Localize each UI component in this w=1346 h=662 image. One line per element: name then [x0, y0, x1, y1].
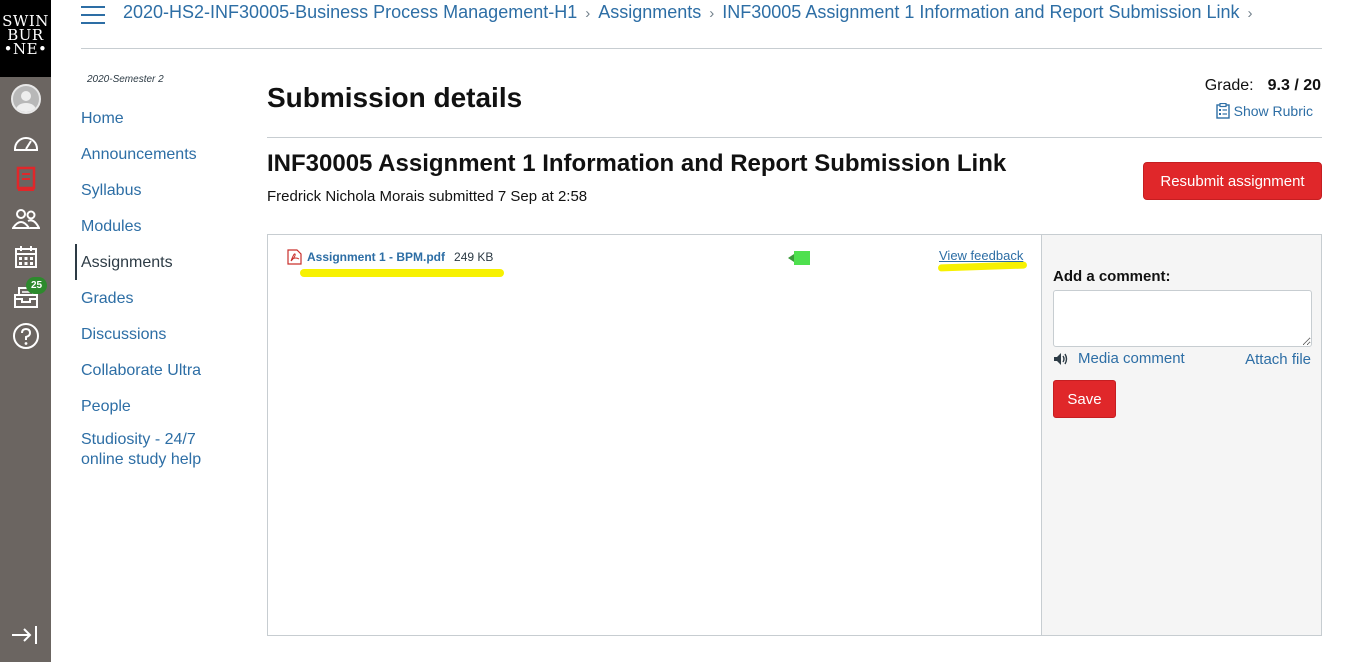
attach-file-button[interactable]: Attach file [1245, 351, 1311, 368]
breadcrumb-separator: › [1247, 5, 1253, 22]
breadcrumb-assignments[interactable]: Assignments [598, 2, 701, 22]
global-nav: SWIN BUR •NE• 25 [0, 0, 51, 662]
file-size: 249 KB [454, 250, 494, 264]
course-nav-assignments[interactable]: Assignments [75, 244, 235, 280]
media-comment-button[interactable]: Media comment [1053, 350, 1185, 367]
arrow-marker-icon [788, 251, 810, 265]
highlight-mark [300, 269, 504, 277]
resubmit-assignment-button[interactable]: Resubmit assignment [1143, 162, 1322, 200]
grade-display: Grade: 9.3 / 20 [1205, 77, 1321, 95]
media-comment-label: Media comment [1078, 350, 1185, 367]
speaker-icon [1054, 352, 1068, 365]
title-divider [267, 137, 1322, 138]
calendar-nav-item[interactable] [0, 239, 51, 275]
submission-panel: Assignment 1 - BPM.pdf 249 KB View feedb… [267, 234, 1322, 636]
help-icon [12, 323, 39, 349]
breadcrumb: 2020-HS2-INF30005-Business Process Manag… [123, 2, 1261, 23]
hamburger-icon [81, 6, 105, 8]
calendar-icon [14, 246, 37, 268]
comment-pane: Add a comment: Media comment Attach file… [1041, 235, 1321, 635]
groups-nav-item[interactable] [0, 201, 51, 237]
show-rubric-label: Show Rubric [1233, 103, 1313, 119]
file-download-link[interactable]: Assignment 1 - BPM.pdf [307, 250, 445, 264]
courses-nav-item[interactable] [0, 161, 51, 197]
dashboard-nav-item[interactable] [0, 124, 51, 160]
logo-line: •NE• [3, 40, 48, 58]
grade-value: 9.3 / 20 [1267, 77, 1321, 94]
course-nav: Home Announcements Syllabus Modules Assi… [75, 100, 235, 472]
grade-label: Grade: [1204, 77, 1254, 94]
course-nav-home[interactable]: Home [75, 100, 235, 136]
inbox-nav-item[interactable]: 25 [0, 277, 51, 315]
course-nav-collaborate-ultra[interactable]: Collaborate Ultra [75, 352, 235, 388]
course-nav-grades[interactable]: Grades [75, 280, 235, 316]
submission-meta: Fredrick Nichola Morais submitted 7 Sep … [267, 188, 588, 205]
course-nav-modules[interactable]: Modules [75, 208, 235, 244]
breadcrumb-assignment[interactable]: INF30005 Assignment 1 Information and Re… [722, 2, 1239, 22]
submitted-file: Assignment 1 - BPM.pdf 249 KB [287, 249, 493, 265]
collapse-nav-icon [12, 626, 37, 644]
comment-textarea[interactable] [1053, 290, 1312, 347]
assignment-title: INF30005 Assignment 1 Information and Re… [267, 150, 1007, 177]
view-feedback-link[interactable]: View feedback [939, 248, 1023, 263]
course-nav-announcements[interactable]: Announcements [75, 136, 235, 172]
help-nav-item[interactable] [0, 318, 51, 354]
institution-logo[interactable]: SWIN BUR •NE• [0, 0, 51, 77]
course-nav-people[interactable]: People [75, 388, 235, 424]
courses-icon [16, 166, 35, 191]
show-rubric-link[interactable]: Show Rubric [1215, 103, 1313, 119]
dashboard-icon [13, 137, 38, 151]
breadcrumb-course[interactable]: 2020-HS2-INF30005-Business Process Manag… [123, 2, 577, 22]
course-menu-toggle[interactable] [81, 6, 105, 26]
course-term: 2020-Semester 2 [87, 74, 164, 85]
groups-icon [11, 209, 40, 229]
course-nav-studiosity[interactable]: Studiosity - 24/7 online study help [75, 424, 215, 472]
page-title: Submission details [267, 82, 523, 113]
course-nav-syllabus[interactable]: Syllabus [75, 172, 235, 208]
account-nav-item[interactable] [0, 81, 51, 117]
save-comment-button[interactable]: Save [1053, 380, 1116, 418]
breadcrumb-separator: › [709, 5, 715, 22]
rubric-icon [1215, 103, 1230, 119]
add-comment-label: Add a comment: [1053, 268, 1171, 285]
breadcrumb-separator: › [585, 5, 591, 22]
course-nav-discussions[interactable]: Discussions [75, 316, 235, 352]
pdf-icon [287, 249, 302, 265]
collapse-nav-button[interactable] [10, 624, 38, 651]
account-icon [10, 84, 41, 114]
inbox-unread-badge: 25 [26, 277, 47, 294]
header-divider [81, 48, 1322, 49]
